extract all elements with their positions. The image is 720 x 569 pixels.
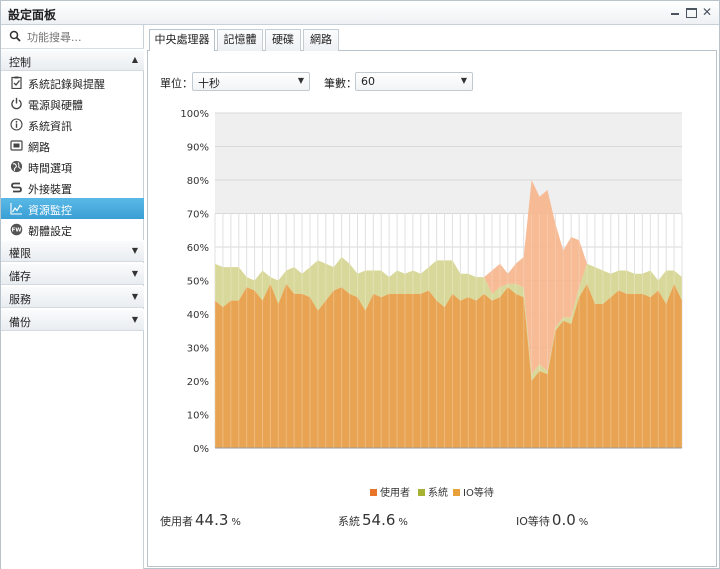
settings-window: 設定面板 ✕ 控制 ▲ 系統記錄與提醒 bbox=[0, 0, 720, 569]
network-monitor-icon bbox=[10, 140, 23, 151]
tab-bar: 中央處理器 記憶體 硬碟 網路 bbox=[147, 29, 717, 52]
minimize-icon[interactable] bbox=[669, 6, 681, 18]
tab-disk[interactable]: 硬碟 bbox=[265, 29, 301, 51]
stat-system: 系統 54.6% bbox=[338, 511, 408, 529]
stat-label: 系統 bbox=[338, 515, 360, 528]
sidebar-item-label: 資源監控 bbox=[28, 204, 72, 217]
y-tick-label: 100% bbox=[180, 109, 209, 120]
search-input[interactable] bbox=[27, 28, 139, 46]
group-backup[interactable]: 備份 ▼ bbox=[1, 309, 144, 331]
maximize-icon[interactable] bbox=[685, 6, 697, 18]
y-tick-label: 70% bbox=[187, 210, 209, 221]
search-icon bbox=[9, 30, 21, 42]
legend-user: 使用者 bbox=[370, 484, 410, 499]
y-tick-label: 10% bbox=[187, 411, 209, 422]
sidebar-item-network[interactable]: 網路 bbox=[1, 135, 144, 156]
sidebar-item-system-info[interactable]: 系統資訊 bbox=[1, 114, 144, 135]
group-label: 權限 bbox=[9, 247, 31, 260]
group-control[interactable]: 控制 ▲ bbox=[1, 49, 144, 71]
stat-unit: % bbox=[578, 517, 589, 528]
cpu-panel: 單位： 十秒 ▼ 筆數： 60 ▼ 0% 10% 20% 30% 40% 50% 60% 70… bbox=[147, 51, 717, 567]
y-tick-label: 20% bbox=[187, 377, 209, 388]
close-icon[interactable]: ✕ bbox=[701, 6, 713, 18]
tab-cpu[interactable]: 中央處理器 bbox=[149, 29, 215, 52]
stat-unit: % bbox=[231, 517, 241, 528]
tab-memory[interactable]: 記憶體 bbox=[217, 29, 263, 51]
legend-system: 系統 bbox=[418, 484, 448, 499]
legend-label: IO等待 bbox=[463, 488, 494, 499]
sidebar: 控制 ▲ 系統記錄與提醒 電源與硬體 系統資訊 bbox=[1, 25, 144, 569]
legend-swatch bbox=[370, 489, 377, 496]
group-services[interactable]: 服務 ▼ bbox=[1, 286, 144, 308]
stat-value: 54.6 bbox=[362, 511, 396, 529]
sidebar-item-external-devices[interactable]: 外接裝置 bbox=[1, 177, 144, 198]
stat-iowait: IO等待 0.0% bbox=[516, 511, 588, 529]
area-series-user bbox=[215, 283, 682, 448]
y-tick-label: 0% bbox=[193, 444, 209, 455]
power-icon bbox=[11, 97, 22, 110]
chevron-down-icon: ▼ bbox=[131, 315, 138, 324]
chevron-up-icon: ▲ bbox=[131, 55, 138, 64]
stat-label: 使用者 bbox=[160, 515, 193, 528]
svg-text:FW: FW bbox=[12, 228, 22, 234]
y-tick-label: 50% bbox=[187, 277, 209, 288]
sidebar-item-system-log[interactable]: 系統記錄與提醒 bbox=[1, 72, 144, 93]
legend-label: 系統 bbox=[428, 488, 448, 499]
sidebar-item-label: 電源與硬體 bbox=[28, 99, 83, 112]
search-box bbox=[1, 25, 144, 49]
legend-label: 使用者 bbox=[380, 488, 410, 499]
y-tick-label: 90% bbox=[187, 143, 209, 154]
firmware-icon: FW bbox=[10, 223, 23, 236]
clipboard-check-icon bbox=[11, 76, 22, 89]
main-content: 中央處理器 記憶體 硬碟 網路 單位： 十秒 ▼ 筆數： 60 ▼ 0% 10% 2… bbox=[147, 29, 717, 567]
legend-swatch bbox=[453, 489, 460, 496]
stat-unit: % bbox=[398, 517, 408, 528]
sidebar-item-label: 網路 bbox=[28, 141, 50, 154]
globe-clock-icon bbox=[10, 160, 23, 173]
title-bar: 設定面板 ✕ bbox=[1, 1, 719, 25]
group-label: 備份 bbox=[9, 316, 31, 329]
y-tick-label: 30% bbox=[187, 344, 209, 355]
stat-value: 0.0 bbox=[551, 511, 576, 529]
chevron-down-icon: ▼ bbox=[131, 246, 138, 255]
tab-network[interactable]: 網路 bbox=[303, 29, 339, 51]
window-title: 設定面板 bbox=[8, 8, 57, 22]
chevron-down-icon: ▼ bbox=[131, 292, 138, 301]
sidebar-item-label: 系統資訊 bbox=[28, 120, 72, 133]
sidebar-item-time[interactable]: 時間選項 bbox=[1, 156, 144, 177]
legend-iowait: IO等待 bbox=[453, 484, 494, 499]
sidebar-item-label: 韌體設定 bbox=[28, 225, 72, 238]
sidebar-item-firmware[interactable]: FW 韌體設定 bbox=[1, 219, 144, 240]
group-permissions[interactable]: 權限 ▼ bbox=[1, 240, 144, 262]
cpu-usage-chart: 0% 10% 20% 30% 40% 50% 60% 70% 80% 90% 100% bbox=[180, 109, 683, 455]
info-icon bbox=[10, 118, 23, 131]
sidebar-item-label: 外接裝置 bbox=[28, 183, 72, 196]
line-chart-icon bbox=[10, 203, 23, 215]
sidebar-item-label: 系統記錄與提醒 bbox=[28, 78, 105, 91]
stat-label: IO等待 bbox=[516, 515, 550, 528]
y-tick-label: 60% bbox=[187, 243, 209, 254]
stat-value: 44.3 bbox=[195, 511, 229, 529]
sidebar-item-resource-monitor[interactable]: 資源監控 bbox=[1, 198, 144, 219]
y-tick-label: 40% bbox=[187, 310, 209, 321]
group-label: 儲存 bbox=[9, 270, 31, 283]
legend-swatch bbox=[418, 489, 425, 496]
group-label: 服務 bbox=[9, 293, 31, 306]
stat-user: 使用者 44.3% bbox=[160, 511, 241, 529]
y-tick-label: 80% bbox=[187, 176, 209, 187]
sidebar-item-power[interactable]: 電源與硬體 bbox=[1, 93, 144, 114]
sidebar-item-label: 時間選項 bbox=[28, 162, 72, 175]
group-storage[interactable]: 儲存 ▼ bbox=[1, 263, 144, 285]
group-label: 控制 bbox=[9, 56, 31, 69]
usb-device-icon bbox=[11, 182, 22, 193]
chevron-down-icon: ▼ bbox=[131, 269, 138, 278]
